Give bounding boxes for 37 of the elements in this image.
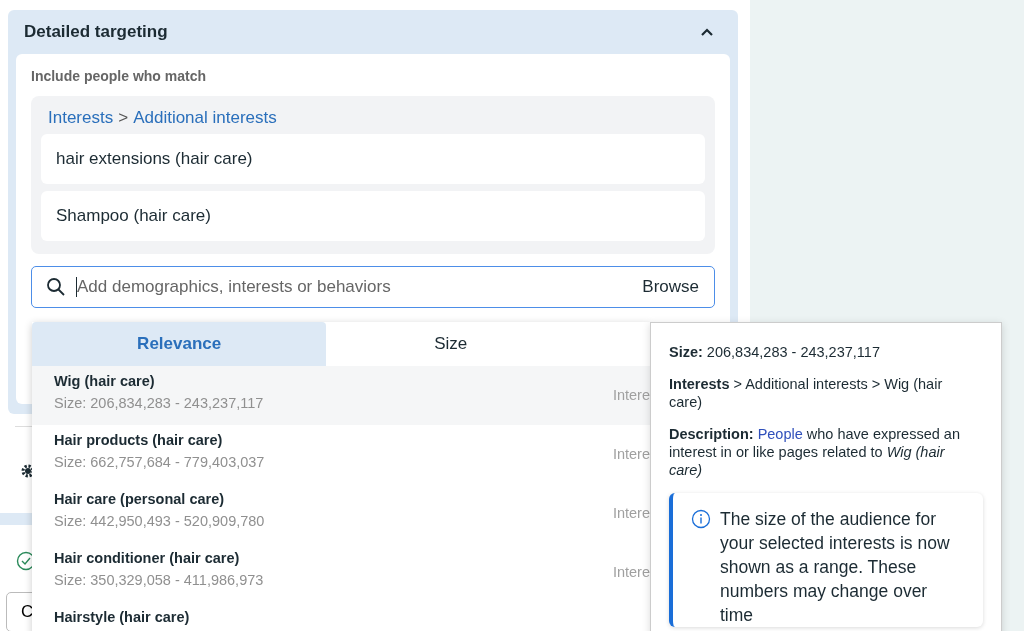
suggestion-row[interactable]: Wig (hair care) Size: 206,834,283 - 243,237,117 Intere bbox=[32, 366, 650, 425]
suggestion-row[interactable]: Hairstyle (hair care) bbox=[32, 602, 650, 631]
suggestion-row[interactable]: Hair conditioner (hair care) Size: 350,329,058 - 411,986,973 Intere bbox=[32, 543, 650, 602]
description-text: Description: People who have expressed an interest in or like pages related to Wig (hair care) bbox=[669, 425, 961, 479]
audience-size: Size: 206,834,283 - 243,237,117 bbox=[669, 343, 881, 361]
suggestion-row[interactable]: Hair products (hair care) Size: 662,757,684 - 779,403,037 Intere bbox=[32, 425, 650, 484]
suggestion-name: Hair conditioner (hair care) bbox=[54, 550, 241, 566]
interest-path: Interests > Additional interests > Wig (hair care) bbox=[669, 375, 944, 411]
people-link[interactable]: People bbox=[757, 426, 803, 442]
suggestion-name: Hairstyle (hair care) bbox=[54, 609, 191, 625]
breadcrumb-link[interactable]: Additional interests bbox=[133, 108, 277, 128]
search-field[interactable]: Add demographics, interests or behaviors Browse bbox=[31, 266, 715, 308]
selected-interest[interactable]: hair extensions (hair care) bbox=[41, 134, 705, 184]
suggestion-name: Hair care (personal care) bbox=[54, 491, 226, 507]
selected-interest[interactable]: Shampoo (hair care) bbox=[41, 191, 705, 241]
breadcrumb-separator: > bbox=[118, 108, 129, 128]
browse-button[interactable]: Browse bbox=[642, 277, 699, 297]
suggestion-type: Intere bbox=[612, 387, 650, 403]
info-icon bbox=[691, 509, 711, 529]
suggestion-name: Hair products (hair care) bbox=[54, 432, 224, 448]
suggestion-size: Size: 350,329,058 - 411,986,973 bbox=[54, 572, 265, 588]
search-icon bbox=[46, 277, 66, 297]
sort-tab[interactable]: Relevance bbox=[32, 322, 327, 366]
suggestion-size: Size: 662,757,684 - 779,403,037 bbox=[54, 454, 266, 470]
include-label: Include people who match bbox=[31, 68, 208, 84]
breadcrumb-link[interactable]: Interests bbox=[48, 108, 114, 128]
section-title: Detailed targeting bbox=[24, 22, 168, 42]
collapse-chevron-icon[interactable] bbox=[700, 27, 714, 37]
suggestion-type: Intere bbox=[612, 505, 650, 521]
suggestion-row[interactable]: Hair care (personal care) Size: 442,950,493 - 520,909,780 Intere bbox=[32, 484, 650, 543]
suggestion-size: Size: 206,834,283 - 243,237,117 bbox=[54, 395, 265, 411]
suggestion-name: Wig (hair care) bbox=[54, 373, 156, 389]
suggestion-type: Intere bbox=[612, 564, 650, 580]
sort-tab[interactable]: Size bbox=[326, 322, 650, 366]
notice-text: The size of the audience for your selected interests is now shown as a range. These numbers may change over time bbox=[720, 508, 951, 627]
suggestion-type: Intere bbox=[612, 446, 650, 462]
suggestion-size: Size: 442,950,493 - 520,909,780 bbox=[54, 513, 266, 529]
